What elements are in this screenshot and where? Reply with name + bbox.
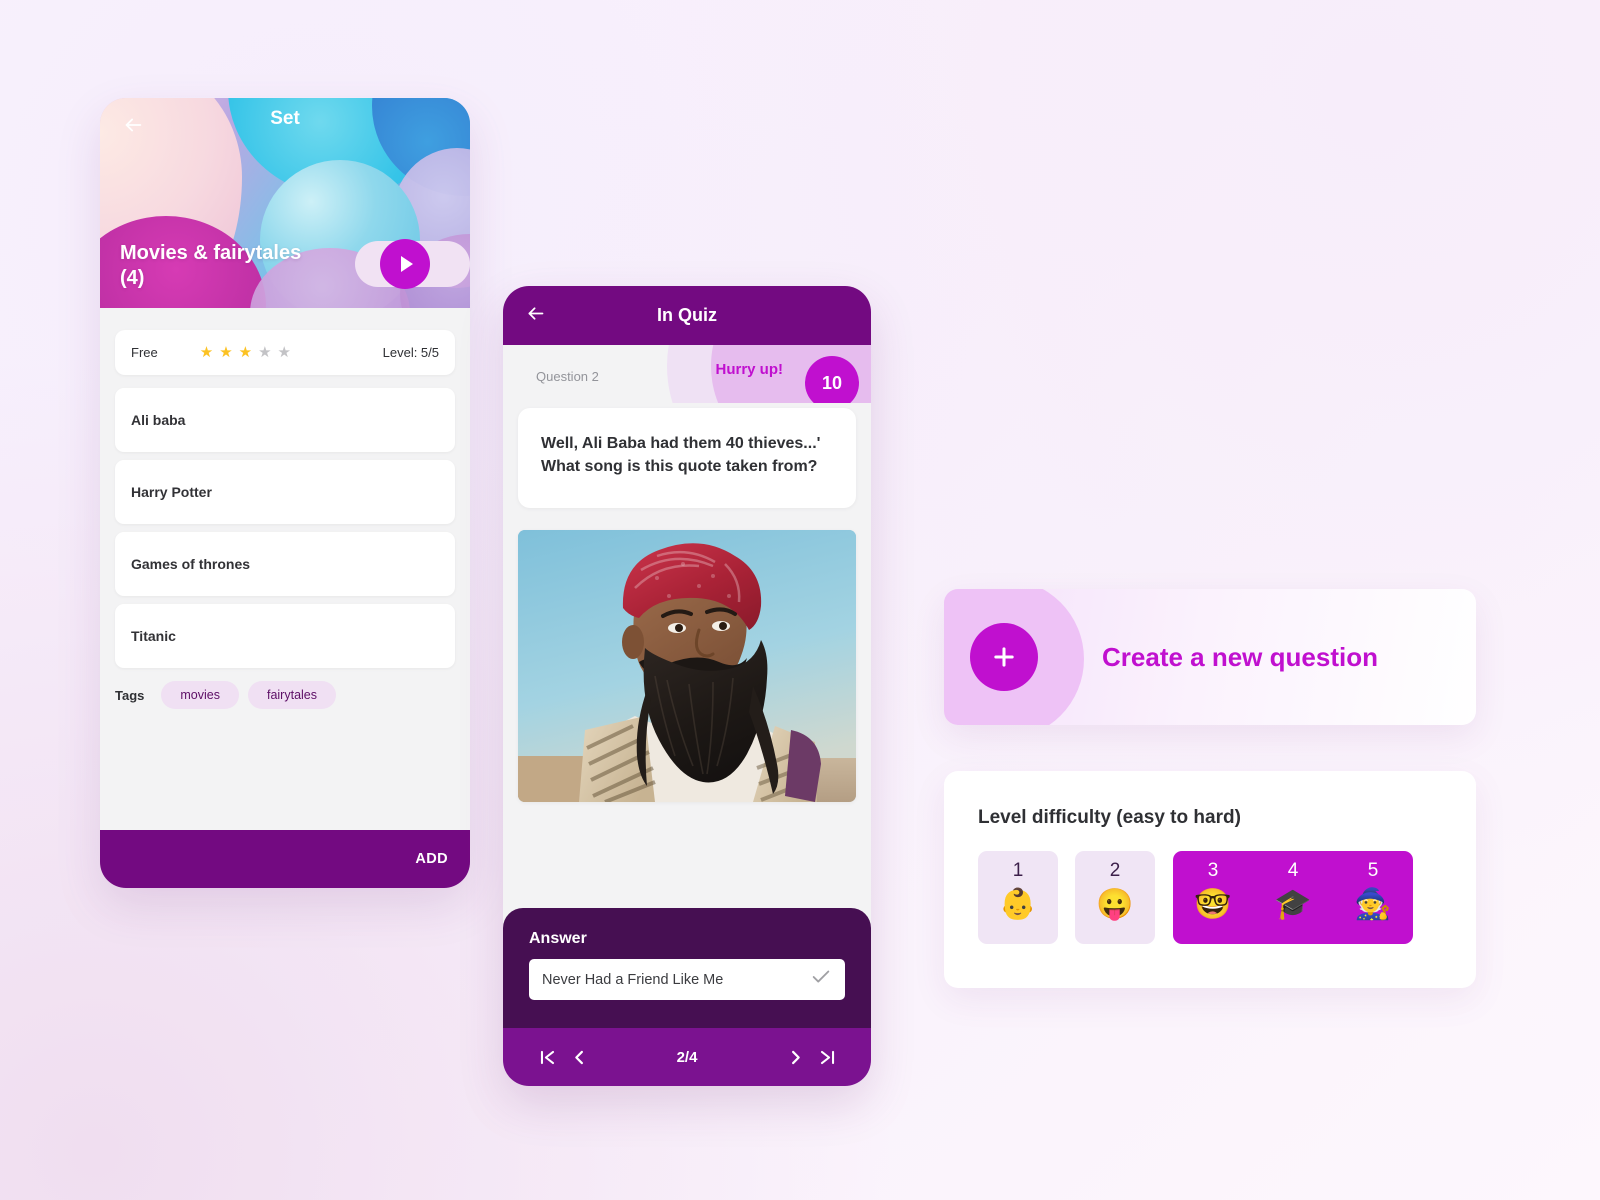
question-text: Well, Ali Baba had them 40 thieves...' W…: [541, 435, 821, 475]
list-item[interactable]: Ali baba: [115, 388, 455, 452]
tag-chip-fairytales[interactable]: fairytales: [247, 681, 337, 709]
set-body: Free ★ ★ ★ ★ ★ Level: 5/5 Ali baba Harry…: [100, 308, 470, 709]
difficulty-option-4[interactable]: 4 🎓: [1253, 851, 1333, 944]
difficulty-number-2: 2: [1109, 860, 1121, 881]
timer-zone: Question 2 Hurry up! 10: [503, 345, 871, 403]
answer-label: Answer: [529, 930, 587, 947]
page-title: Set: [270, 108, 300, 129]
nerd-face-emoji: 🤓: [1194, 888, 1232, 921]
hurry-up-label: Hurry up!: [715, 361, 784, 378]
question-photo: [518, 530, 856, 803]
star-rating[interactable]: ★ ★ ★ ★ ★: [200, 345, 291, 360]
quiz-pagination-bar: 2/4: [503, 1028, 871, 1086]
last-question-button[interactable]: [811, 1041, 843, 1073]
tag-chip-movies[interactable]: movies: [161, 681, 239, 709]
play-icon[interactable]: [380, 239, 430, 289]
previous-question-button[interactable]: [563, 1041, 595, 1073]
difficulty-option-5[interactable]: 5 🧙: [1333, 851, 1413, 944]
baby-emoji: 👶: [999, 888, 1037, 921]
create-new-question-card[interactable]: Create a new question: [944, 589, 1476, 725]
difficulty-option-2[interactable]: 2 😛: [1075, 851, 1155, 944]
list-item[interactable]: Harry Potter: [115, 460, 455, 524]
tongue-face-emoji: 😛: [1096, 888, 1134, 921]
countdown-timer: 10: [805, 356, 859, 403]
create-question-label: Create a new question: [1102, 641, 1378, 672]
set-hero-banner: Set Movies & fairytales (4) Play: [100, 98, 470, 308]
question-number: Question 2: [536, 369, 599, 384]
list-item[interactable]: Titanic: [115, 604, 455, 668]
set-meta-row: Free ★ ★ ★ ★ ★ Level: 5/5: [115, 330, 455, 375]
play-button[interactable]: Play: [355, 239, 470, 289]
set-screen-phone: Set Movies & fairytales (4) Play Free ★ …: [100, 98, 470, 888]
page-indicator: 2/4: [676, 1048, 698, 1066]
difficulty-number-3: 3: [1207, 860, 1219, 881]
difficulty-title: Level difficulty (easy to hard): [978, 807, 1241, 828]
star-icon-2[interactable]: ★: [219, 345, 232, 360]
difficulty-selected-group: 3 🤓 4 🎓 5 🧙: [1173, 851, 1413, 944]
answer-card: Answer Never Had a Friend Like Me: [503, 908, 871, 1028]
bearded-man-red-turban-photo: [518, 530, 856, 803]
difficulty-number-4: 4: [1287, 860, 1299, 881]
difficulty-options: 1 👶 2 😛 3 🤓 4 🎓 5 🧙: [978, 851, 1442, 944]
star-icon-4[interactable]: ★: [258, 345, 271, 360]
next-question-button[interactable]: [779, 1041, 811, 1073]
star-icon-5[interactable]: ★: [278, 345, 291, 360]
quiz-header: In Quiz: [503, 286, 871, 345]
play-triangle-icon: [400, 256, 413, 272]
set-question-list: Ali baba Harry Potter Games of thrones T…: [115, 388, 455, 668]
quiz-title: In Quiz: [657, 305, 717, 325]
first-question-button[interactable]: [531, 1041, 563, 1073]
check-icon: [810, 966, 832, 993]
set-name: Movies & fairytales (4): [120, 241, 302, 290]
tags-row: Tags movies fairytales: [115, 681, 455, 709]
plus-icon[interactable]: [970, 623, 1038, 691]
question-card: Well, Ali Baba had them 40 thieves...' W…: [518, 408, 856, 509]
answer-value: Never Had a Friend Like Me: [542, 971, 724, 988]
answer-input[interactable]: Never Had a Friend Like Me: [529, 959, 845, 1000]
price-label: Free: [131, 345, 158, 360]
back-button[interactable]: [521, 302, 549, 330]
difficulty-option-3[interactable]: 3 🤓: [1173, 851, 1253, 944]
level-label: Level: 5/5: [382, 345, 439, 360]
add-button[interactable]: ADD: [100, 830, 470, 888]
tags-label: Tags: [115, 687, 145, 703]
list-item[interactable]: Games of thrones: [115, 532, 455, 596]
star-icon-3[interactable]: ★: [239, 345, 252, 360]
level-difficulty-card: Level difficulty (easy to hard) 1 👶 2 😛 …: [944, 771, 1476, 988]
difficulty-number-5: 5: [1367, 860, 1379, 881]
wizard-emoji: 🧙: [1354, 888, 1392, 921]
star-icon-1[interactable]: ★: [200, 345, 213, 360]
arrow-left-icon: [525, 303, 546, 329]
difficulty-option-1[interactable]: 1 👶: [978, 851, 1058, 944]
difficulty-number-1: 1: [1012, 860, 1024, 881]
graduation-cap-emoji: 🎓: [1274, 888, 1312, 921]
in-quiz-phone: In Quiz Question 2 Hurry up! 10 Well, Al…: [503, 286, 871, 1086]
